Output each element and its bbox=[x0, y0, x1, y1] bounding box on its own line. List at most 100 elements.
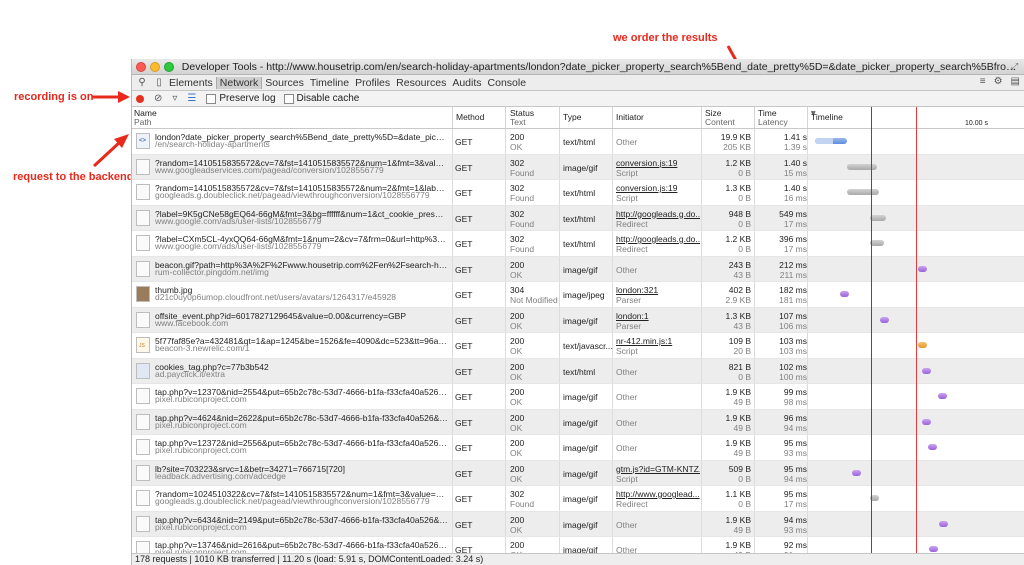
tab-network[interactable]: Network bbox=[215, 76, 263, 89]
request-name-cell[interactable]: lb?site=703223&srvc=1&betr=34271=766715[… bbox=[155, 461, 448, 481]
type-cell: image/jpeg bbox=[563, 290, 605, 300]
close-window-icon[interactable] bbox=[136, 61, 146, 72]
table-row[interactable]: tap.php?v=6434&nid=2149&put=65b2c78c-53d… bbox=[132, 511, 1024, 537]
large-rows-icon[interactable]: ☰ bbox=[187, 93, 196, 104]
request-name-cell[interactable]: offsite_event.php?id=6017827129645&value… bbox=[155, 308, 448, 328]
size-cell: 402 B 2.9 KB bbox=[725, 285, 751, 305]
device-mode-icon[interactable]: ▯ bbox=[152, 77, 166, 88]
timeline-bar[interactable] bbox=[870, 214, 886, 221]
request-name-cell[interactable]: tap.php?v=6434&nid=2149&put=65b2c78c-53d… bbox=[155, 512, 448, 532]
tab-elements[interactable]: Elements bbox=[166, 77, 216, 89]
timeline-bar[interactable] bbox=[939, 520, 948, 527]
col-size[interactable]: Size Content bbox=[705, 109, 735, 127]
request-name-cell[interactable]: 5f77faf85e?a=432481&qt=1&ap=1245&be=1526… bbox=[155, 333, 448, 353]
request-name-cell[interactable]: ?random=1410515835572&cv=7&fst=141051583… bbox=[155, 155, 448, 175]
drawer-icon[interactable]: ≡ bbox=[980, 76, 986, 87]
request-name-cell[interactable]: ?label=9K5gCNe58gEQ64-66gM&fmt=3&bg=ffff… bbox=[155, 206, 448, 226]
type-cell: image/gif bbox=[563, 315, 598, 326]
initiator-cell[interactable]: http://googleads.g.do... Redirect bbox=[616, 206, 700, 229]
timeline-bar[interactable] bbox=[929, 546, 938, 552]
gear-icon[interactable]: ⚙ bbox=[994, 76, 1003, 87]
disable-cache-checkbox[interactable]: Disable cache bbox=[283, 93, 359, 104]
col-timeline[interactable]: Timeline bbox=[811, 113, 843, 122]
initiator-cell[interactable]: conversion.js:19 Script bbox=[616, 155, 700, 178]
table-row[interactable]: cookies_tag.php?c=77b3b542 ad.payclick.it… bbox=[132, 358, 1024, 384]
request-name-cell[interactable]: tap.php?v=12370&nid=2554&put=65b2c78c-53… bbox=[155, 384, 448, 404]
timeline-bar[interactable] bbox=[870, 240, 884, 246]
table-row[interactable]: london?date_picker_property_search%5Bend… bbox=[132, 129, 1024, 155]
request-name-cell[interactable]: thumb.jpg d21c0uy0p6umop.cloudfront.net/u… bbox=[155, 282, 448, 302]
request-name-cell[interactable]: cookies_tag.php?c=77b3b542 ad.payclick.it… bbox=[155, 359, 448, 379]
status-cell: 302 Found bbox=[510, 183, 535, 203]
col-method[interactable]: Method bbox=[456, 113, 484, 122]
request-path: d21c0uy0p6umop.cloudfront.net/users/avat… bbox=[155, 292, 397, 302]
initiator-cell[interactable]: http://www.googlead... Redirect bbox=[616, 486, 700, 509]
clear-icon[interactable]: ⊘ bbox=[154, 93, 162, 104]
initiator-cell[interactable]: http://googleads.g.do... Redirect bbox=[616, 231, 700, 254]
col-initiator[interactable]: Initiator bbox=[616, 113, 644, 122]
minimize-window-icon[interactable] bbox=[149, 61, 160, 72]
timeline-bar[interactable] bbox=[922, 367, 931, 374]
request-name-cell[interactable]: london?date_picker_property_search%5Bend… bbox=[155, 129, 448, 149]
tab-console[interactable]: Console bbox=[485, 77, 530, 89]
initiator-cell[interactable]: london:1 Parser bbox=[616, 308, 700, 331]
preserve-log-checkbox[interactable]: Preserve log bbox=[206, 93, 276, 104]
initiator-cell[interactable]: conversion.js:19 Script bbox=[616, 180, 700, 203]
table-row[interactable]: offsite_event.php?id=6017827129645&value… bbox=[132, 307, 1024, 333]
tab-resources[interactable]: Resources bbox=[393, 77, 449, 89]
initiator-cell: Other bbox=[616, 417, 638, 428]
initiator-cell[interactable]: gtm.js?id=GTM-KNTZ... Script bbox=[616, 461, 700, 484]
filter-icon[interactable]: ▿ bbox=[172, 93, 177, 104]
zoom-window-icon[interactable] bbox=[163, 61, 174, 72]
tab-profiles[interactable]: Profiles bbox=[352, 77, 393, 89]
status-cell: 200OK bbox=[510, 336, 525, 356]
table-row[interactable]: tap.php?v=12372&nid=2556&put=65b2c78c-53… bbox=[132, 435, 1024, 461]
file-type-icon bbox=[136, 388, 150, 404]
table-row[interactable]: beacon.gif?path=http%3A%2F%2Fwww.housetr… bbox=[132, 256, 1024, 282]
fullscreen-icon[interactable]: ⤢ bbox=[1011, 61, 1021, 71]
timeline-bar[interactable] bbox=[847, 189, 879, 195]
request-name-cell[interactable]: tap.php?v=4624&nid=2622&put=65b2c78c-53d… bbox=[155, 410, 448, 430]
tab-sources[interactable]: Sources bbox=[262, 77, 307, 89]
table-row[interactable]: tap.php?v=12370&nid=2554&put=65b2c78c-53… bbox=[132, 384, 1024, 410]
grid-header: Name Path Method Status Text Type Initiato… bbox=[132, 107, 1024, 129]
size-cell: 1.3 KB 43 B bbox=[725, 310, 751, 331]
tab-audits[interactable]: Audits bbox=[449, 77, 484, 89]
table-row[interactable]: ?label=9K5gCNe58gEQ64-66gM&fmt=3&bg=ffff… bbox=[132, 205, 1024, 231]
table-row[interactable]: tap.php?v=4624&nid=2622&put=65b2c78c-53d… bbox=[132, 409, 1024, 435]
timeline-bar[interactable] bbox=[847, 163, 877, 170]
timeline-bar[interactable] bbox=[852, 469, 861, 476]
search-icon[interactable]: ⚲ bbox=[135, 77, 149, 88]
tab-timeline[interactable]: Timeline bbox=[307, 77, 352, 89]
timeline-bar[interactable] bbox=[918, 342, 927, 348]
table-row[interactable]: 5f77faf85e?a=432481&qt=1&ap=1245&be=1526… bbox=[132, 333, 1024, 359]
timeline-bar[interactable] bbox=[880, 316, 889, 323]
file-type-icon bbox=[136, 133, 150, 149]
record-button[interactable] bbox=[136, 94, 144, 103]
table-row[interactable]: ?random=1410515835572&cv=7&fst=141051583… bbox=[132, 154, 1024, 180]
col-status[interactable]: Status Text bbox=[510, 109, 534, 127]
initiator-cell[interactable]: nr-412.min.js:1 Script bbox=[616, 333, 700, 356]
timeline-bar[interactable] bbox=[815, 138, 847, 144]
col-time[interactable]: Time ▼ Latency bbox=[758, 109, 817, 127]
col-name[interactable]: Name Path bbox=[134, 109, 157, 127]
table-row[interactable]: ?random=1410515835572&cv=7&fst=141051583… bbox=[132, 180, 1024, 206]
request-name-cell[interactable]: ?label=CXm5CL-4yxQQ64-66gM&fmt=1&num=2&c… bbox=[155, 231, 448, 251]
timeline-bar[interactable] bbox=[918, 265, 927, 272]
timeline-bar[interactable] bbox=[938, 393, 947, 399]
request-name-cell[interactable]: tap.php?v=12372&nid=2556&put=65b2c78c-53… bbox=[155, 435, 448, 455]
col-type[interactable]: Type bbox=[563, 113, 581, 122]
request-name-cell[interactable]: ?random=1024510322&cv=7&fst=141051583557… bbox=[155, 486, 448, 506]
table-row[interactable]: thumb.jpg d21c0uy0p6umop.cloudfront.net/u… bbox=[132, 282, 1024, 308]
initiator-cell[interactable]: london:321 Parser bbox=[616, 282, 700, 305]
timeline-bar[interactable] bbox=[922, 418, 931, 425]
file-type-icon bbox=[136, 158, 150, 175]
table-row[interactable]: lb?site=703223&srvc=1&betr=34271=766715[… bbox=[132, 460, 1024, 486]
request-name-cell[interactable]: ?random=1410515835572&cv=7&fst=141051583… bbox=[155, 180, 448, 200]
dock-icon[interactable]: ▤ bbox=[1011, 76, 1020, 87]
table-row[interactable]: ?label=CXm5CL-4yxQQ64-66gM&fmt=1&num=2&c… bbox=[132, 231, 1024, 257]
timeline-bar[interactable] bbox=[928, 444, 937, 450]
timeline-bar[interactable] bbox=[840, 291, 849, 297]
table-row[interactable]: ?random=1024510322&cv=7&fst=141051583557… bbox=[132, 486, 1024, 512]
request-name-cell[interactable]: beacon.gif?path=http%3A%2F%2Fwww.housetr… bbox=[155, 257, 448, 277]
